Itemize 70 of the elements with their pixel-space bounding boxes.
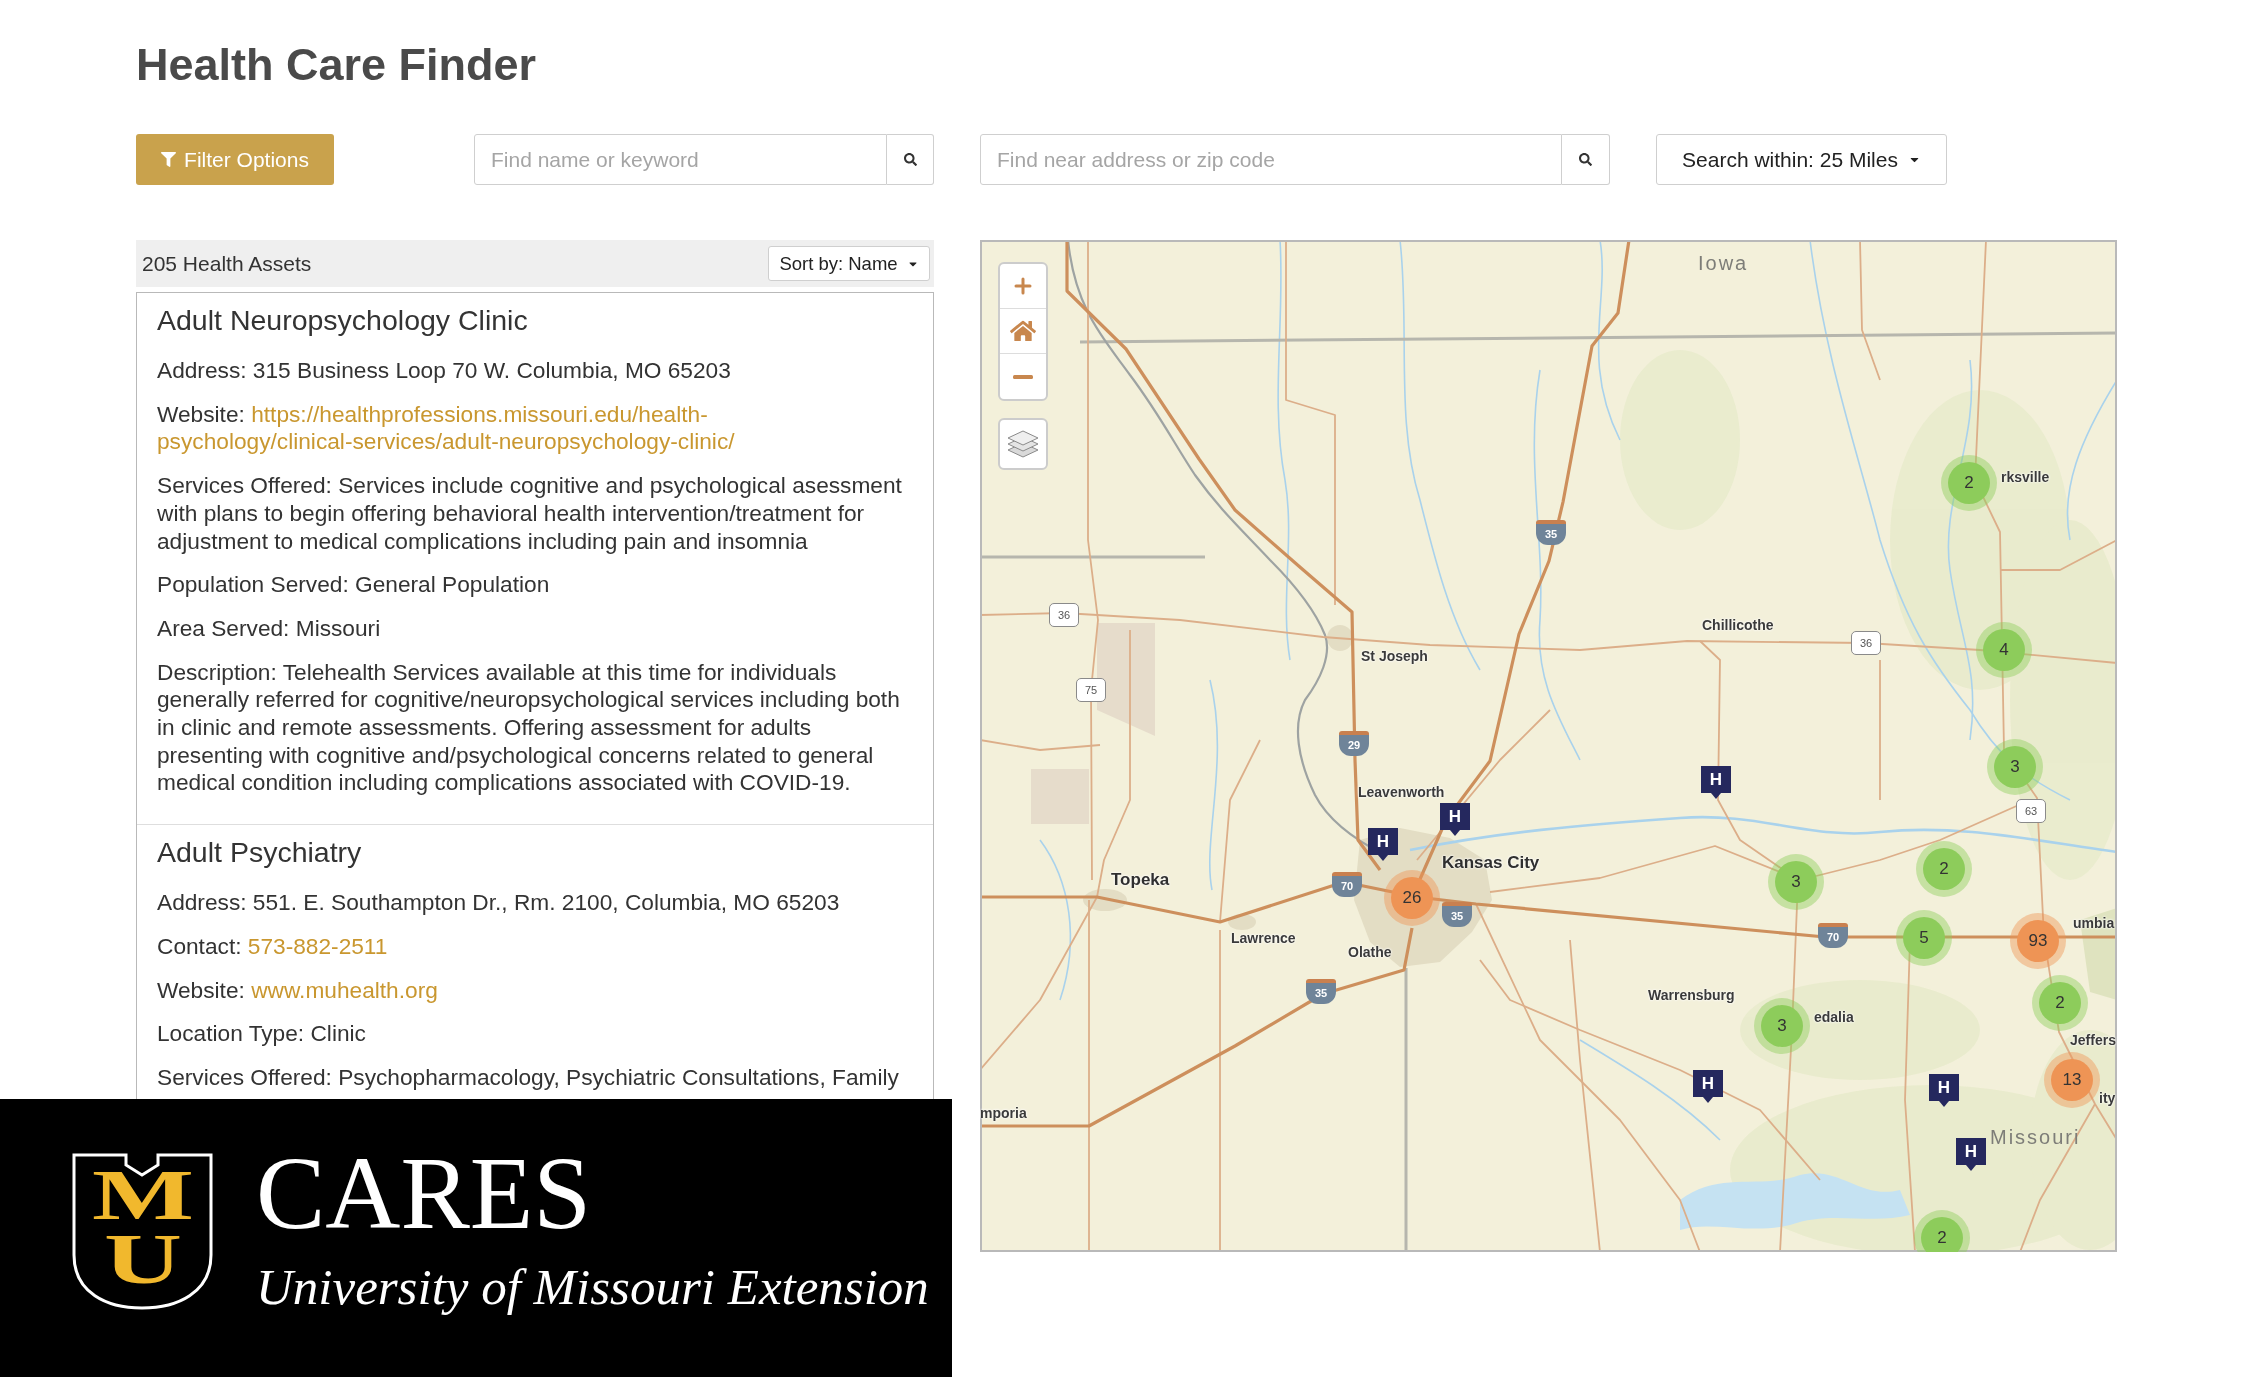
distance-dropdown[interactable]: Search within: 25 Miles (1656, 134, 1947, 185)
interstate-shield: 35 (1306, 979, 1336, 1004)
detail-text: Location Type: Clinic (157, 1020, 367, 1048)
interstate-shield: 35 (1536, 520, 1566, 545)
cluster-marker[interactable]: 3 (1987, 739, 2043, 795)
search-button[interactable] (1562, 134, 1610, 185)
detail-text: Area Served: Missouri (157, 614, 382, 643)
city-label: rksville (2001, 469, 2050, 486)
logo-title: CARES (256, 1141, 592, 1245)
detail-text: Contact: 573-882-2511 (157, 932, 389, 961)
cluster-marker[interactable]: 3 (1754, 998, 1810, 1054)
cluster-marker[interactable]: 2 (1941, 455, 1997, 511)
detail-text: Services Offered: Services include cognitive and psychological asessment with plans to begin offering behavioral health intervention/treatment for adjustment to medical complications including pain and insomnia (157, 472, 903, 556)
region-label: Iowa (1698, 252, 1749, 274)
highway-shield: 75 (1076, 678, 1106, 702)
city-label: Olathe (1348, 944, 1392, 961)
detail-text: Address: 315 Business Loop 70 W. Columbia, MO 65203 (157, 357, 732, 385)
interstate-shield: 70 (1818, 923, 1848, 948)
city-label: mporia (980, 1105, 1027, 1122)
cluster-marker[interactable]: 4 (1976, 622, 2032, 678)
sort-dropdown[interactable]: Sort by: Name (768, 246, 930, 281)
cluster-marker[interactable]: 5 (1896, 910, 1952, 966)
search-button[interactable] (887, 134, 934, 185)
asset-title: Adult Psychiatry (157, 835, 362, 870)
city-label: Leavenworth (1358, 784, 1445, 801)
city-label: St Joseph (1361, 648, 1428, 665)
city-label: Topeka (1111, 870, 1170, 890)
search-icon (1579, 153, 1592, 166)
search-icon (903, 153, 917, 166)
logo-letter: M (91, 1167, 194, 1223)
city-label: Jeffers (2070, 1032, 2116, 1049)
detail-text: Population Served: General Population (157, 571, 551, 599)
city-label: ity (2099, 1090, 2116, 1107)
home-icon (1010, 319, 1036, 343)
cluster-marker[interactable]: 26 (1384, 870, 1440, 926)
city-label: umbia (2073, 915, 2115, 932)
logo-subtitle: University of Missouri Extension (256, 1262, 929, 1313)
cluster-marker[interactable]: 2 (1916, 841, 1972, 897)
region-label: Missouri (1990, 1126, 2081, 1148)
cluster-marker[interactable]: 93 (2010, 913, 2066, 969)
minus-icon (1013, 374, 1033, 379)
city-label: Kansas City (1442, 853, 1540, 873)
city-label: Warrensburg (1648, 987, 1735, 1004)
city-label: Lawrence (1231, 930, 1296, 947)
layers-button[interactable] (998, 418, 1048, 470)
logo-letter: U (103, 1231, 182, 1287)
cluster-marker[interactable]: 3 (1768, 854, 1824, 910)
detail-text: Website: https://healthprofessions.missouri.edu/health- psychology/clinical-services/adult-neuropsychology-clinic/ (157, 400, 736, 457)
city-label: edalia (1814, 1009, 1854, 1026)
filter-icon (161, 152, 177, 167)
page-title: Health Care Finder (136, 38, 537, 92)
city-label: Chillicothe (1702, 617, 1774, 634)
interstate-shield: 35 (1442, 902, 1472, 927)
detail-text: Address: 551. E. Southampton Dr., Rm. 2100, Columbia, MO 65203 (157, 889, 841, 917)
detail-text: Website: www.muhealth.org (157, 976, 439, 1005)
interstate-shield: 29 (1339, 731, 1369, 756)
highway-shield: 36 (1851, 631, 1881, 655)
detail-text: Services Offered: Psychopharmacology, Psychiatric Consultations, Family (157, 1063, 900, 1092)
address-search-field[interactable]: Find near address or zip code (980, 134, 1562, 185)
highway-shield: 36 (1049, 603, 1079, 627)
results-count: 205 Health Assets (142, 250, 312, 277)
interstate-shield: 70 (1332, 872, 1362, 897)
detail-text: Description: Telehealth Services available at this time for individuals generally referred for cognitive/neuropsychological services including both in clinic and remote assessments. Offering assessment for adults presenting with cognitive and/psychological concerns related to general medical condition including complications associated with COVID-19. (157, 658, 901, 798)
cluster-marker[interactable]: 13 (2044, 1052, 2100, 1108)
cluster-marker[interactable]: 2 (1914, 1210, 1970, 1252)
asset-title: Adult Neuropsychology Clinic (157, 303, 528, 337)
cluster-marker[interactable]: 2 (2032, 975, 2088, 1031)
layers-icon (1007, 429, 1039, 459)
name-search-field[interactable]: Find name or keyword (474, 134, 887, 185)
highway-shield: 63 (2016, 799, 2046, 823)
